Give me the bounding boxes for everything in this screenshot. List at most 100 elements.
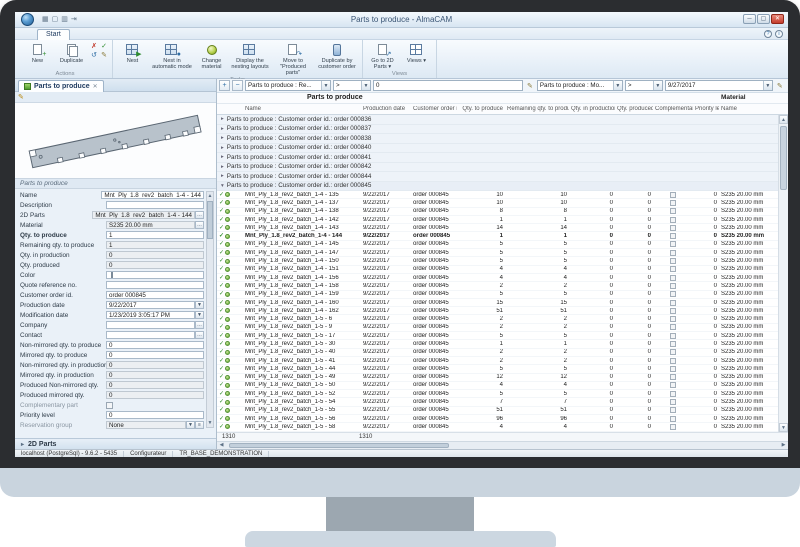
nest-button[interactable]: ▶ Nest	[116, 41, 149, 65]
section-2d-parts[interactable]: ▸ 2D Parts	[15, 438, 216, 449]
new-button[interactable]: + New	[21, 41, 54, 65]
complementary-checkbox[interactable]	[670, 374, 676, 380]
browse-button[interactable]: …	[195, 211, 204, 219]
complementary-checkbox[interactable]	[670, 233, 676, 239]
field-input-produced-mirrored-qty-[interactable]: 0	[106, 391, 204, 399]
expand-group-icon[interactable]: ▸	[221, 126, 224, 132]
table-row[interactable]: ✓Mnt_Ply_1.8_rev2_batch_1-5 - 69/22/2017…	[217, 315, 778, 323]
table-horizontal-scrollbar[interactable]: ◀ ▶	[217, 441, 788, 449]
column-header[interactable]: Qty. in production	[569, 106, 615, 112]
table-row[interactable]: ✓Mnt_Ply_1.8_rev2_batch_1-5 - 99/22/2017…	[217, 324, 778, 332]
scroll-up-icon[interactable]: ▲	[207, 192, 213, 200]
browse-button[interactable]: …	[195, 331, 204, 339]
column-header[interactable]: Qty. to produce	[457, 106, 505, 112]
complementary-checkbox[interactable]	[670, 416, 676, 422]
complementary-checkbox[interactable]	[670, 316, 676, 322]
field-input-color[interactable]	[106, 271, 204, 279]
table-row[interactable]: ✓Mnt_Ply_1.8_rev2_batch_1-5 - 409/22/201…	[217, 349, 778, 357]
field-input-customer-order-id-[interactable]: order 000845	[106, 291, 204, 299]
filter1-value-input[interactable]: 0	[373, 80, 523, 91]
display-nesting-layouts-button[interactable]: Display the nesting layouts	[229, 41, 271, 71]
complementary-checkbox[interactable]	[670, 358, 676, 364]
complementary-checkbox[interactable]	[670, 258, 676, 264]
field-input-contact[interactable]	[106, 331, 195, 339]
table-row[interactable]: ✓Mnt_Ply_1.8_rev2_batch_1-5 - 529/22/201…	[217, 390, 778, 398]
complementary-checkbox[interactable]	[670, 333, 676, 339]
table-row[interactable]: ✓Mnt_Ply_1.8_rev2_batch_1-5 - 559/22/201…	[217, 407, 778, 415]
field-input-modification-date[interactable]: 1/23/2019 3:05:17 PM	[106, 311, 195, 319]
filter2-field-select[interactable]: Parts to produce : Mo...▼	[537, 80, 623, 91]
group-row[interactable]: ▸Parts to produce : Customer order id.: …	[217, 172, 778, 182]
complementary-checkbox[interactable]	[670, 200, 676, 206]
form-scrollbar[interactable]: ▲ ▼	[206, 191, 214, 428]
column-header[interactable]: Remaining qty. to produce	[505, 106, 569, 112]
duplicate-by-customer-order-button[interactable]: Duplicate by customer order	[315, 41, 359, 71]
table-row[interactable]: ✓Mnt_Ply_1.8_rev2_batch_1-5 - 419/22/201…	[217, 357, 778, 365]
help-icon[interactable]: ?	[764, 30, 772, 38]
group-row[interactable]: ▸Parts to produce : Customer order id.: …	[217, 134, 778, 144]
filter2-operator-select[interactable]: >▼	[625, 80, 663, 91]
table-row[interactable]: ✓Mnt_Ply_1.8_rev2_batch_1-4 - 1519/22/20…	[217, 266, 778, 274]
field-input-mirrored-qty-in-production[interactable]: 0	[106, 371, 204, 379]
column-header[interactable]: Name	[243, 106, 361, 112]
column-header[interactable]: Customer order id. ▴	[411, 106, 457, 112]
nest-automatic-button[interactable]: ● Nest in automatic mode	[150, 41, 194, 71]
save-icon[interactable]: ▦	[42, 15, 49, 24]
delete-icon[interactable]: ✗	[89, 43, 99, 52]
filter2-value-input[interactable]: 9/27/2017▼	[665, 80, 773, 91]
table-row[interactable]: ✓Mnt_Ply_1.8_rev2_batch_1-5 - 309/22/201…	[217, 340, 778, 348]
remove-filter-button[interactable]: −	[232, 80, 243, 91]
scroll-up-icon[interactable]: ▲	[779, 115, 788, 124]
move-to-produced-parts-button[interactable]: ↷ Move to "Produced parts"	[272, 41, 314, 77]
validate-icon[interactable]: ✓	[99, 43, 109, 52]
complementary-checkbox[interactable]	[670, 407, 676, 413]
complementary-checkbox[interactable]	[670, 208, 676, 214]
minimize-button[interactable]: ─	[743, 14, 756, 24]
field-input-name[interactable]: Mnt_Ply_1.8_rev2_batch_1-4 - 144	[101, 191, 204, 199]
window-icon[interactable]: ▢	[52, 15, 59, 24]
complementary-checkbox[interactable]	[670, 192, 676, 198]
table-row[interactable]: ✓Mnt_Ply_1.8_rev2_batch_1-5 - 549/22/201…	[217, 398, 778, 406]
complementary-checkbox[interactable]	[670, 266, 676, 272]
group-row[interactable]: ▸Parts to produce : Customer order id.: …	[217, 115, 778, 125]
table-row[interactable]: ✓Mnt_Ply_1.8_rev2_batch_1-5 - 589/22/201…	[217, 423, 778, 431]
table-row[interactable]: ✓Mnt_Ply_1.8_rev2_batch_1-5 - 569/22/201…	[217, 415, 778, 423]
expand-group-icon[interactable]: ▸	[221, 154, 224, 160]
table-row[interactable]: ✓Mnt_Ply_1.8_rev2_batch_1-4 - 1589/22/20…	[217, 282, 778, 290]
complementary-checkbox[interactable]	[670, 275, 676, 281]
checkbox-complementary-part[interactable]	[106, 402, 113, 409]
complementary-checkbox[interactable]	[670, 366, 676, 372]
filter1-field-select[interactable]: Parts to produce : Re...▼	[245, 80, 331, 91]
tab-close-icon[interactable]: ✕	[93, 83, 98, 90]
complementary-checkbox[interactable]	[670, 424, 676, 430]
browse-button[interactable]: …	[195, 321, 204, 329]
add-filter-button[interactable]: +	[219, 80, 230, 91]
complementary-checkbox[interactable]	[670, 250, 676, 256]
column-header[interactable]: Qty. produced	[615, 106, 653, 112]
table-row[interactable]: ✓Mnt_Ply_1.8_rev2_batch_1-4 - 1569/22/20…	[217, 274, 778, 282]
group-row[interactable]: ▸Parts to produce : Customer order id.: …	[217, 144, 778, 154]
chevron-down-icon[interactable]: ▼	[186, 421, 195, 429]
field-input-qty-in-production[interactable]: 0	[106, 251, 204, 259]
application-menu-button[interactable]	[21, 13, 34, 26]
field-input-qty-to-produce[interactable]: 1	[106, 231, 204, 239]
edit-filter2-icon[interactable]: ✎	[775, 82, 785, 90]
complementary-checkbox[interactable]	[670, 217, 676, 223]
go-to-2d-parts-button[interactable]: ↗ Go to 2D Parts ▾	[366, 41, 399, 71]
table-row[interactable]: ✓Mnt_Ply_1.8_rev2_batch_1-4 - 1389/22/20…	[217, 208, 778, 216]
refresh-icon[interactable]: ↺	[89, 52, 99, 61]
table-row[interactable]: ✓Mnt_Ply_1.8_rev2_batch_1-5 - 449/22/201…	[217, 365, 778, 373]
complementary-checkbox[interactable]	[670, 225, 676, 231]
chevron-down-icon[interactable]: ▼	[195, 301, 204, 309]
complementary-checkbox[interactable]	[670, 382, 676, 388]
expand-group-icon[interactable]: ▸	[221, 173, 224, 179]
views-button[interactable]: Views ▾	[400, 41, 433, 65]
reservation-group-icon[interactable]: ≡	[195, 421, 204, 429]
field-input-description[interactable]	[106, 201, 204, 209]
table-row[interactable]: ✓Mnt_Ply_1.8_rev2_batch_1-4 - 1379/22/20…	[217, 199, 778, 207]
table-row[interactable]: ✓Mnt_Ply_1.8_rev2_batch_1-5 - 509/22/201…	[217, 382, 778, 390]
table-row[interactable]: ✓Mnt_Ply_1.8_rev2_batch_1-4 - 1439/22/20…	[217, 224, 778, 232]
duplicate-button[interactable]: Duplicate	[55, 41, 88, 65]
customize-icon[interactable]: ⇥	[71, 15, 77, 24]
table-row[interactable]: ✓Mnt_Ply_1.8_rev2_batch_1-5 - 179/22/201…	[217, 332, 778, 340]
